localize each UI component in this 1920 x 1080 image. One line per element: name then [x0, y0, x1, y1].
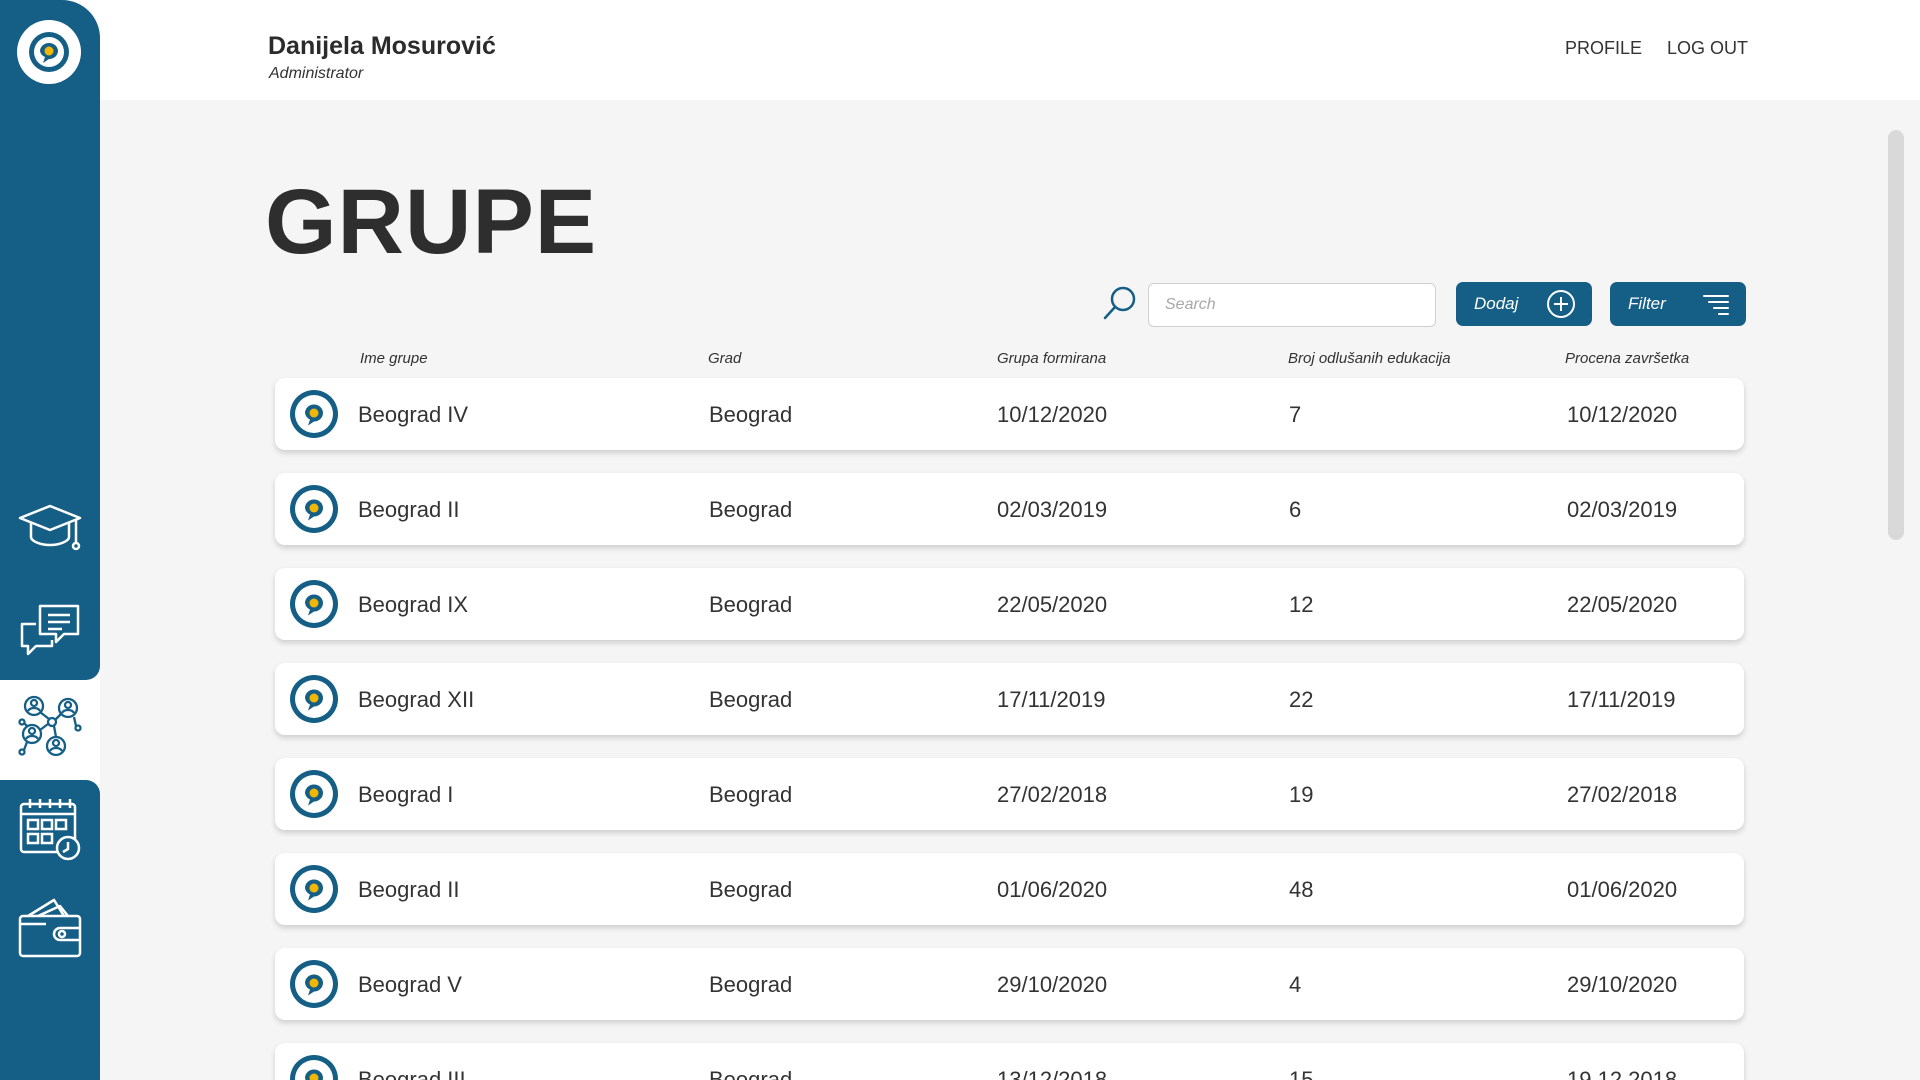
group-logo-icon: [305, 879, 323, 901]
filter-lines-icon: [1703, 295, 1729, 315]
cell-formed-date: 02/03/2019: [997, 497, 1108, 522]
group-logo-icon: [305, 1069, 323, 1080]
cell-estimated-end: 01/06/2020: [1567, 877, 1678, 902]
cell-estimated-end: 29/10/2020: [1567, 972, 1678, 997]
logout-link[interactable]: LOG OUT: [1667, 38, 1748, 59]
sidebar-item-messages[interactable]: [14, 594, 86, 666]
cell-city: Beograd: [709, 972, 793, 997]
cell-city: Beograd: [709, 687, 793, 712]
table-row[interactable]: Beograd III Beograd 13/12/2018 15 19.12.…: [275, 1043, 1744, 1080]
graduation-cap-icon: [18, 504, 82, 551]
cell-formed-date: 13/12/2018: [997, 1067, 1108, 1080]
cell-education-count: 22: [1289, 687, 1314, 712]
group-logo-icon: [305, 594, 323, 616]
scrollbar-thumb[interactable]: [1888, 130, 1904, 540]
cell-group-name: Beograd III: [358, 1067, 466, 1080]
cell-estimated-end: 22/05/2020: [1567, 592, 1678, 617]
cell-city: Beograd: [709, 592, 793, 617]
cell-education-count: 48: [1289, 877, 1314, 902]
cell-group-name: Beograd XII: [358, 687, 475, 712]
cell-formed-date: 01/06/2020: [997, 877, 1108, 902]
group-logo-icon: [305, 499, 323, 521]
cell-city: Beograd: [709, 782, 793, 807]
group-logo-icon: [305, 784, 323, 806]
column-header-formed[interactable]: Grupa formirana: [997, 350, 1106, 367]
cell-formed-date: 27/02/2018: [997, 782, 1108, 807]
filter-button[interactable]: Filter: [1610, 282, 1746, 326]
add-button[interactable]: Dodaj: [1456, 282, 1592, 326]
cell-city: Beograd: [709, 402, 793, 427]
groups-network-icon: [18, 695, 82, 757]
cell-education-count: 12: [1289, 592, 1314, 617]
cell-education-count: 6: [1289, 497, 1302, 522]
cell-group-name: Beograd II: [358, 877, 460, 902]
group-avatar: [290, 960, 338, 1008]
add-button-label: Dodaj: [1474, 294, 1519, 313]
table-row[interactable]: Beograd V Beograd 29/10/2020 4 29/10/202…: [275, 948, 1744, 1020]
table-row[interactable]: Beograd II Beograd 01/06/2020 48 01/06/2…: [275, 853, 1744, 925]
group-avatar: [290, 580, 338, 628]
column-header-city[interactable]: Grad: [708, 350, 741, 367]
table-row[interactable]: Beograd II Beograd 02/03/2019 6 02/03/20…: [275, 473, 1744, 545]
cell-group-name: Beograd IX: [358, 592, 469, 617]
cell-education-count: 15: [1289, 1067, 1314, 1080]
cell-formed-date: 29/10/2020: [997, 972, 1108, 997]
table-row[interactable]: Beograd IX Beograd 22/05/2020 12 22/05/2…: [275, 568, 1744, 640]
cell-formed-date: 10/12/2020: [997, 402, 1108, 427]
cell-formed-date: 17/11/2019: [997, 687, 1106, 712]
search-icon[interactable]: [1102, 285, 1138, 321]
cell-formed-date: 22/05/2020: [997, 592, 1108, 617]
group-logo-icon: [305, 404, 323, 426]
cell-education-count: 4: [1289, 972, 1302, 997]
search-input[interactable]: [1148, 283, 1436, 327]
group-avatar: [290, 865, 338, 913]
cell-city: Beograd: [709, 1067, 793, 1080]
column-header-name[interactable]: Ime grupe: [360, 350, 428, 367]
group-avatar: [290, 485, 338, 533]
sidebar-panel-top: [0, 0, 100, 680]
chat-bubbles-icon: [20, 604, 80, 656]
cell-city: Beograd: [709, 877, 793, 902]
table-row[interactable]: Beograd XII Beograd 17/11/2019 22 17/11/…: [275, 663, 1744, 735]
sidebar-item-education[interactable]: [14, 494, 86, 566]
cell-estimated-end: 19.12.2018: [1567, 1067, 1678, 1080]
sidebar-item-payments[interactable]: [14, 892, 86, 964]
logo-icon: [29, 32, 69, 72]
column-header-end[interactable]: Procena završetka: [1565, 350, 1689, 367]
table-row[interactable]: Beograd I Beograd 27/02/2018 19 27/02/20…: [275, 758, 1744, 830]
cell-education-count: 19: [1289, 782, 1314, 807]
group-avatar: [290, 390, 338, 438]
filter-button-label: Filter: [1628, 294, 1666, 313]
cell-estimated-end: 17/11/2019: [1567, 687, 1676, 712]
app-logo[interactable]: [17, 20, 81, 84]
user-name: Danijela Mosurović: [268, 32, 496, 60]
table-row[interactable]: Beograd IV Beograd 10/12/2020 7 10/12/20…: [275, 378, 1744, 450]
user-role: Administrator: [269, 65, 364, 82]
group-logo-icon: [305, 689, 323, 711]
sidebar-item-groups[interactable]: [14, 690, 86, 762]
cell-estimated-end: 27/02/2018: [1567, 782, 1678, 807]
sidebar-item-calendar[interactable]: [14, 792, 86, 864]
cell-estimated-end: 10/12/2020: [1567, 402, 1678, 427]
cell-group-name: Beograd IV: [358, 402, 469, 427]
column-header-count[interactable]: Broj odlušanih edukacija: [1288, 350, 1451, 367]
sidebar: [0, 0, 100, 1080]
plus-circle-icon: [1547, 290, 1575, 318]
cell-estimated-end: 02/03/2019: [1567, 497, 1678, 522]
profile-link[interactable]: PROFILE: [1565, 38, 1642, 59]
cell-group-name: Beograd I: [358, 782, 454, 807]
page-title: GRUPE: [265, 171, 598, 273]
group-logo-icon: [305, 974, 323, 996]
cell-city: Beograd: [709, 497, 793, 522]
calendar-clock-icon: [19, 799, 81, 861]
top-header: Danijela Mosurović Administrator PROFILE…: [100, 0, 1920, 100]
group-avatar: [290, 770, 338, 818]
group-avatar: [290, 675, 338, 723]
group-avatar: [290, 1055, 338, 1080]
wallet-icon: [18, 898, 82, 958]
cell-education-count: 7: [1289, 402, 1302, 427]
cell-group-name: Beograd V: [358, 972, 462, 997]
cell-group-name: Beograd II: [358, 497, 460, 522]
